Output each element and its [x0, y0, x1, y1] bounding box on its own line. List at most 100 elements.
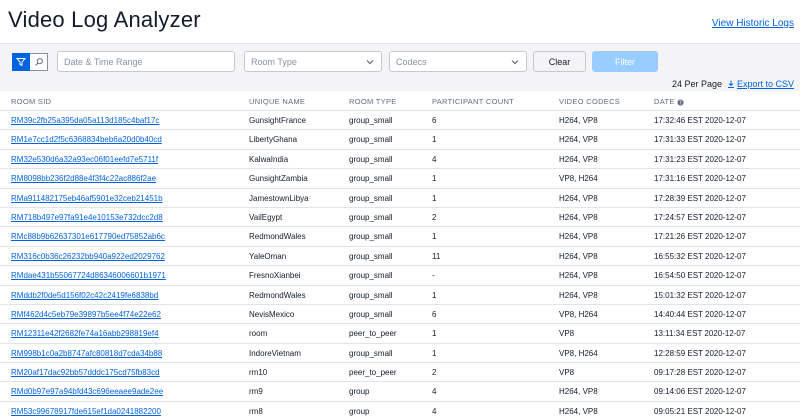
room-sid-link[interactable]: RM12311e42f2682fe74a16abb298819ef4	[11, 329, 159, 338]
video-codecs-cell: H264, VP8	[559, 406, 598, 416]
view-historic-logs-link[interactable]: View Historic Logs	[712, 18, 794, 29]
participant-count-cell: 11	[432, 251, 441, 261]
date-cell: 16:54:50 EST 2020-12-07	[654, 271, 746, 281]
unique-name-cell: rm10	[249, 368, 268, 378]
room-type-cell: group_small	[349, 290, 393, 300]
room-type-cell: group_small	[349, 251, 393, 261]
unique-name-cell: KalwaIndia	[249, 154, 289, 164]
room-type-cell: group_small	[349, 174, 393, 184]
room-sid-link[interactable]: RM8098bb236f2d88e4f3f4c22ac886f2ae	[11, 174, 156, 183]
column-header-date[interactable]: DATE?	[654, 97, 684, 106]
room-type-cell: group_small	[349, 154, 393, 164]
participant-count-cell: 1	[432, 290, 437, 300]
participant-count-cell: 2	[432, 368, 437, 378]
date-cell: 17:24:57 EST 2020-12-07	[654, 212, 746, 222]
clear-button[interactable]: Clear	[533, 51, 586, 72]
date-cell: 16:55:32 EST 2020-12-07	[654, 251, 746, 261]
room-type-cell: group_small	[349, 232, 393, 242]
filter-bar: Date & Time Range Room Type Codecs Clear…	[0, 43, 800, 77]
room-sid-link[interactable]: RM998b1c0a2b8747afc80818d7cda34b88	[11, 349, 162, 358]
unique-name-cell: RedmondWales	[249, 232, 306, 242]
room-type-cell: peer_to_peer	[349, 329, 397, 339]
room-sid-link[interactable]: RMf462d4c5eb79e39897b5ee4f74e22e62	[11, 310, 161, 319]
chevron-down-icon	[511, 59, 519, 64]
room-sid-link[interactable]: RM718b497e97fa91e4e10153e732dcc2d8	[11, 213, 163, 222]
room-sid-link[interactable]: RMc88b9b62637301e617790ed75852ab6c	[11, 232, 165, 241]
video-codecs-cell: H264, VP8	[559, 271, 598, 281]
video-codecs-cell: H264, VP8	[559, 212, 598, 222]
date-time-range-placeholder: Date & Time Range	[64, 56, 143, 67]
table-row: RMdae431b55067724d86346006601b1971 Fresno…	[0, 266, 800, 286]
video-codecs-cell: VP8	[559, 368, 575, 378]
date-cell: 15:01:32 EST 2020-12-07	[654, 290, 746, 300]
date-cell: 09:14:06 EST 2020-12-07	[654, 387, 746, 397]
participant-count-cell: 4	[432, 154, 437, 164]
table-row: RMc88b9b62637301e617790ed75852ab6c Redmon…	[0, 227, 800, 247]
video-codecs-cell: H264, VP8	[559, 290, 598, 300]
unique-name-cell: rm8	[249, 406, 263, 416]
unique-name-cell: IndoreVietnam	[249, 348, 301, 358]
room-type-cell: group_small	[349, 193, 393, 203]
search-icon	[34, 58, 43, 66]
column-header-room-type: ROOM TYPE	[349, 97, 397, 106]
room-sid-link[interactable]: RMddb2f0de5d156f02c42c2419fe6838bd	[11, 291, 158, 300]
filter-mode-toggle	[12, 53, 48, 71]
export-csv-link[interactable]: Export to CSV	[727, 79, 794, 89]
room-type-cell: group_small	[349, 309, 393, 319]
participant-count-cell: 1	[432, 329, 437, 339]
room-type-cell: group_small	[349, 135, 393, 145]
date-cell: 17:31:16 EST 2020-12-07	[654, 174, 746, 184]
participant-count-cell: 1	[432, 193, 437, 203]
unique-name-cell: VailEgypt	[249, 212, 283, 222]
room-sid-link[interactable]: RM53c99678917fde615ef1da0241882200	[11, 407, 161, 416]
logs-table: ROOM SID UNIQUE NAME ROOM TYPE PARTICIPA…	[0, 92, 800, 419]
unique-name-cell: room	[249, 329, 268, 339]
room-type-cell: group_small	[349, 116, 393, 125]
page-title: Video Log Analyzer	[8, 7, 201, 32]
participant-count-cell: 1	[432, 348, 437, 358]
unique-name-cell: LibertyGhana	[249, 135, 298, 145]
video-codecs-cell: H264, VP8	[559, 232, 598, 242]
room-sid-link[interactable]: RM1e7cc1d2f5c6368834beb6a20d0b40cd	[11, 135, 162, 144]
date-time-range-input[interactable]: Date & Time Range	[57, 51, 235, 72]
search-toggle-button[interactable]	[30, 53, 48, 71]
filter-icon	[16, 58, 26, 67]
unique-name-cell: NevisMexico	[249, 309, 295, 319]
table-row: RM998b1c0a2b8747afc80818d7cda34b88 Indore…	[0, 344, 800, 364]
room-type-cell: group_small	[349, 348, 393, 358]
room-sid-link[interactable]: RM39c2fb25a395da05a113d185c4baf17c	[11, 116, 159, 125]
unique-name-cell: GunsightFrance	[249, 116, 306, 125]
room-sid-link[interactable]: RMd0b97e97a94bfd43c696eeaee9ade2ee	[11, 387, 163, 396]
export-csv-label: Export to CSV	[736, 79, 794, 89]
room-type-placeholder: Room Type	[251, 56, 297, 67]
room-type-select[interactable]: Room Type	[244, 51, 382, 72]
participant-count-cell: -	[432, 271, 435, 281]
codecs-select[interactable]: Codecs	[389, 51, 527, 72]
video-codecs-cell: VP8, H264	[559, 174, 598, 184]
per-page-select[interactable]: 24 Per Page	[672, 79, 722, 89]
column-header-video-codecs: VIDEO CODECS	[559, 97, 621, 106]
info-icon[interactable]: ?	[677, 98, 684, 106]
video-codecs-cell: H264, VP8	[559, 193, 598, 203]
room-sid-link[interactable]: RM32e530d6a32a93ec06f01eefd7e5711f	[11, 155, 158, 164]
table-row: RM316c0b36c26232bb940a922ed2029762 YaleOm…	[0, 247, 800, 267]
table-body: RM39c2fb25a395da05a113d185c4baf17c Gunsig…	[0, 111, 800, 419]
filter-toggle-button[interactable]	[12, 53, 30, 71]
column-header-participant-count: PARTICIPANT COUNT	[432, 97, 515, 106]
table-row: RM53c99678917fde615ef1da0241882200 rm8 gro…	[0, 402, 800, 419]
video-codecs-cell: H264, VP8	[559, 135, 598, 145]
room-type-cell: group	[349, 406, 370, 416]
table-row: RM32e530d6a32a93ec06f01eefd7e5711f KalwaI…	[0, 150, 800, 170]
column-header-room-sid: ROOM SID	[11, 97, 52, 106]
table-row: RMddb2f0de5d156f02c42c2419fe6838bd Redmon…	[0, 286, 800, 305]
column-header-unique-name: UNIQUE NAME	[249, 97, 306, 106]
filter-button[interactable]: Filter	[592, 51, 658, 72]
unique-name-cell: FresnoXianbei	[249, 271, 301, 281]
room-sid-link[interactable]: RM316c0b36c26232bb940a922ed2029762	[11, 252, 165, 261]
room-sid-link[interactable]: RMa911482175eb46af5901e32ceb21451b	[11, 194, 163, 203]
table-row: RM8098bb236f2d88e4f3f4c22ac886f2ae Gunsig…	[0, 169, 800, 189]
participant-count-cell: 1	[432, 174, 437, 184]
room-sid-link[interactable]: RM20af17dac92bb57dddc175cd75fb83cd	[11, 368, 160, 377]
room-sid-link[interactable]: RMdae431b55067724d86346006601b1971	[11, 271, 166, 280]
table-row: RM1e7cc1d2f5c6368834beb6a20d0b40cd Libert…	[0, 130, 800, 150]
